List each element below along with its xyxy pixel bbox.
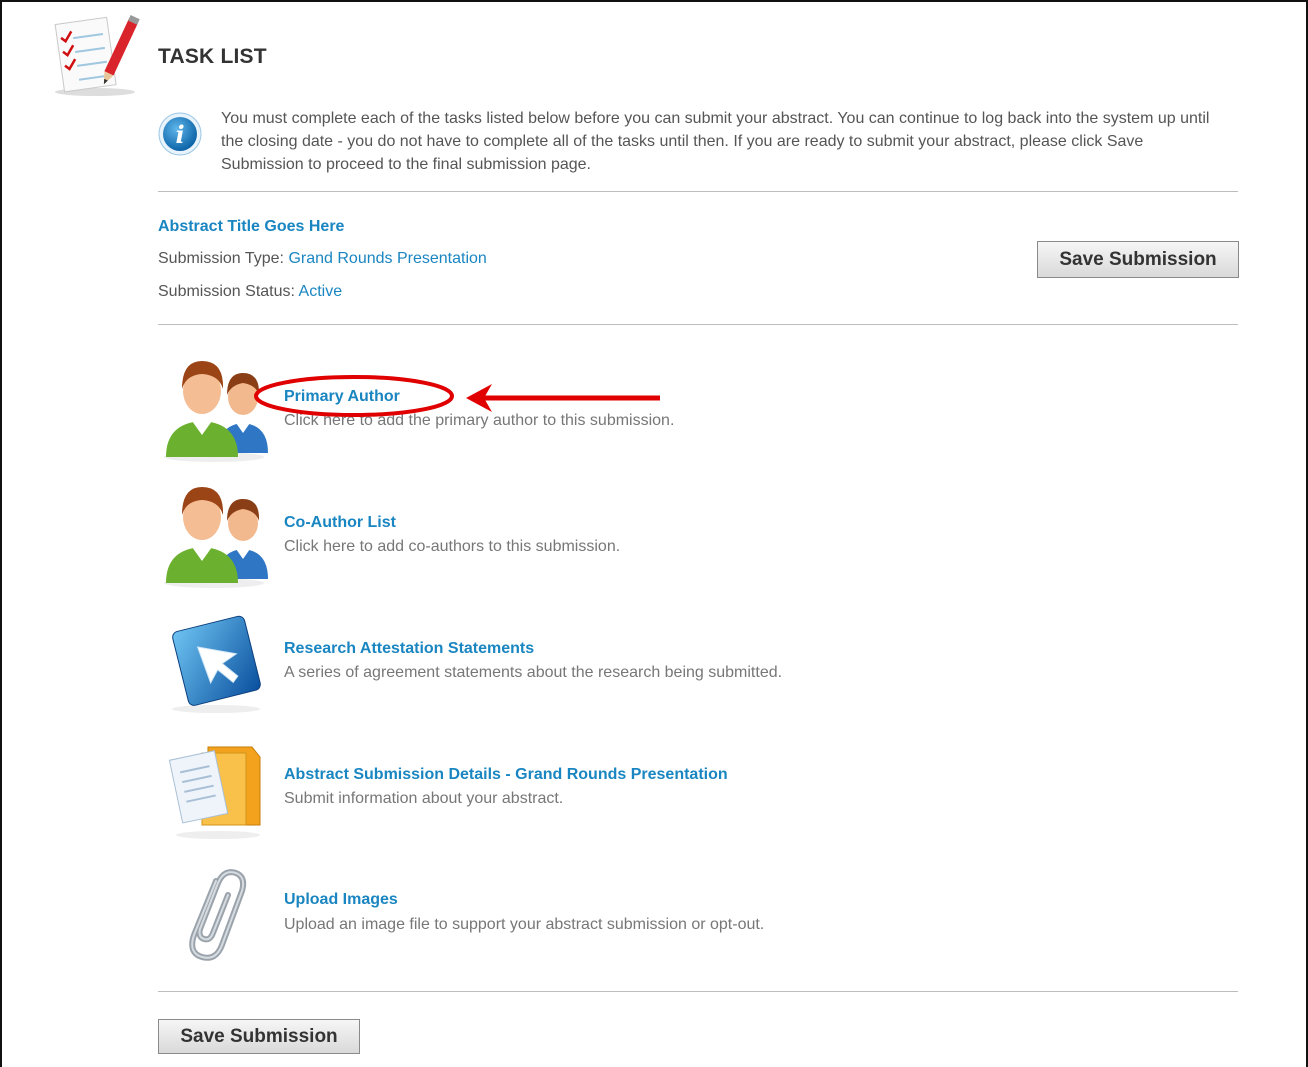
paperclip-icon xyxy=(189,869,247,961)
task-description: Click here to add the primary author to … xyxy=(284,412,675,429)
users-icon xyxy=(164,361,268,462)
documents-folder-icon xyxy=(168,746,261,839)
divider xyxy=(158,324,1238,325)
divider xyxy=(158,191,1238,192)
info-message: You must complete each of the tasks list… xyxy=(221,110,1210,173)
task-title[interactable]: Primary Author xyxy=(284,388,400,406)
submission-type-row: Submission Type: Grand Rounds Presentati… xyxy=(158,250,487,268)
task-primary-author[interactable]: Primary Author Click here to add the pri… xyxy=(158,357,1158,467)
task-title[interactable]: Co-Author List xyxy=(284,514,396,532)
task-upload-images[interactable]: Upload Images Upload an image file to su… xyxy=(158,861,1158,971)
save-submission-button-top[interactable]: Save Submission xyxy=(1037,241,1239,278)
cursor-arrow-icon xyxy=(172,615,261,713)
submission-status-row: Submission Status: Active xyxy=(158,283,342,301)
task-title[interactable]: Research Attestation Statements xyxy=(284,640,534,658)
svg-text:i: i xyxy=(175,120,184,149)
users-icon xyxy=(164,487,268,588)
task-research-attestation[interactable]: Research Attestation Statements A series… xyxy=(158,609,1158,719)
page-title: TASK LIST xyxy=(158,45,267,68)
submission-status-value: Active xyxy=(298,283,343,300)
checklist-pencil-icon xyxy=(54,15,140,96)
save-submission-button-bottom[interactable]: Save Submission xyxy=(158,1019,360,1054)
task-description: Upload an image file to support your abs… xyxy=(284,916,765,933)
task-title[interactable]: Abstract Submission Details - Grand Roun… xyxy=(284,766,728,784)
divider xyxy=(158,991,1238,992)
task-abstract-submission-details[interactable]: Abstract Submission Details - Grand Roun… xyxy=(158,735,1158,845)
info-icon: i xyxy=(158,112,202,156)
task-description: Click here to add co-authors to this sub… xyxy=(284,538,621,555)
task-description: Submit information about your abstract. xyxy=(284,790,564,807)
abstract-title[interactable]: Abstract Title Goes Here xyxy=(158,218,344,236)
submission-type-label: Submission Type: xyxy=(158,250,284,267)
task-title[interactable]: Upload Images xyxy=(284,891,398,909)
submission-status-label: Submission Status: xyxy=(158,283,295,300)
task-description: A series of agreement statements about t… xyxy=(284,664,783,681)
submission-type-value: Grand Rounds Presentation xyxy=(288,250,487,267)
task-co-author-list[interactable]: Co-Author List Click here to add co-auth… xyxy=(158,483,1158,593)
